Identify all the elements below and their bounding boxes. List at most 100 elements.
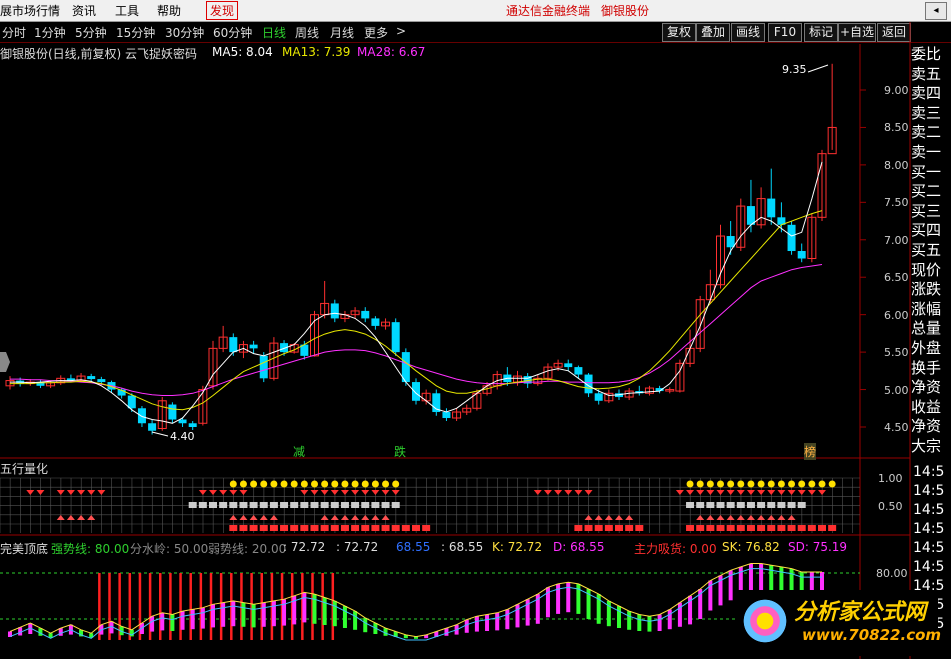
signal-heart-red	[767, 490, 776, 495]
signal-block-red	[340, 525, 349, 531]
signal-heart-red	[686, 490, 695, 495]
signal-block-red	[310, 525, 319, 531]
panel2-title: 五行量化	[0, 462, 49, 476]
signal-block-gray	[280, 502, 289, 508]
sidebar-item[interactable]: 换手	[911, 359, 951, 379]
marker-reduce: 减	[293, 445, 306, 459]
strong-line-label: 强势线: 80.00	[51, 542, 130, 556]
signal-heart-red	[87, 490, 96, 495]
sidebar-item[interactable]: 买二	[911, 182, 951, 202]
sidebar-item[interactable]: 卖四	[911, 84, 951, 104]
signal-block-gray	[239, 502, 248, 508]
sidebar-item[interactable]: 委比	[911, 45, 951, 65]
watermark-logo: 分析家公式网 www.70822.com	[738, 590, 942, 656]
signal-block-gray	[351, 502, 360, 508]
watermark-url: www.70822.com	[802, 626, 942, 644]
signal-heart-red	[574, 490, 583, 495]
value-4: : 68.55	[441, 540, 484, 554]
sidebar-item[interactable]: 买三	[911, 202, 951, 222]
signal-heart-red	[696, 490, 705, 495]
signal-arrow-up	[615, 515, 623, 520]
sidebar-item[interactable]: 净资	[911, 378, 951, 398]
y-tick: 6.50	[884, 271, 909, 284]
signal-heart-red	[36, 490, 45, 495]
signal-block-gray	[249, 502, 258, 508]
signal-heart-red	[66, 490, 75, 495]
sidebar-item[interactable]: 卖五	[911, 65, 951, 85]
signal-arrow-up	[594, 515, 603, 520]
candle-body	[148, 423, 157, 431]
y-tick: 7.00	[884, 234, 909, 247]
candle-body	[259, 355, 268, 379]
sidebar-item[interactable]: 外盘	[911, 339, 951, 359]
candle-body	[127, 395, 136, 409]
y-tick: 8.00	[884, 159, 909, 172]
signal-heart-red	[675, 490, 684, 495]
main-accum-label: 主力吸货: 0.00	[634, 542, 717, 556]
watermark-title: 分析家公式网	[794, 600, 927, 625]
signal-heart-red	[746, 490, 755, 495]
divide-line-label: 分水岭: 50.00	[130, 542, 209, 556]
signal-block-gray	[320, 502, 329, 508]
signal-dot-yellow	[371, 480, 379, 488]
signal-block-red	[818, 525, 826, 531]
candle-body	[361, 310, 370, 319]
sidebar-item[interactable]: 大宗	[911, 437, 951, 457]
signal-block-red	[716, 525, 725, 531]
sidebar-item[interactable]: 卖三	[911, 104, 951, 124]
signal-block-gray	[757, 502, 766, 508]
signal-block-gray	[340, 502, 349, 508]
signal-dot-yellow	[788, 480, 796, 488]
signal-block-gray	[219, 502, 228, 508]
signal-block-red	[777, 525, 786, 531]
signal-dot-yellow	[341, 480, 349, 488]
candle-body	[746, 206, 755, 225]
sidebar-item[interactable]: 现价	[911, 261, 951, 281]
sidebar-item[interactable]: 总量	[911, 319, 951, 339]
sidebar-item[interactable]: 涨幅	[911, 300, 951, 320]
sidebar-item[interactable]: 净资	[911, 417, 951, 437]
candle-body	[767, 198, 776, 218]
signal-arrow-up	[604, 515, 613, 520]
signal-block-red	[290, 525, 299, 531]
sidebar-item[interactable]: 买四	[911, 221, 951, 241]
signal-dot-yellow	[696, 480, 704, 488]
signal-heart-red	[26, 490, 35, 495]
sidebar-item[interactable]: 卖二	[911, 123, 951, 143]
signal-block-red	[401, 525, 410, 531]
signal-dot-yellow	[260, 480, 268, 488]
panel3-right-value: 14:5	[913, 540, 945, 556]
signal-heart-red	[787, 490, 796, 495]
sidebar-item[interactable]: 涨跌	[911, 280, 951, 300]
candle-body	[330, 303, 339, 319]
signal-arrow-up	[381, 515, 390, 520]
signal-block-red	[361, 525, 370, 531]
y-tick: 8.50	[884, 121, 909, 134]
signal-dot-yellow	[331, 480, 339, 488]
sidebar-item[interactable]: 买一	[911, 163, 951, 183]
candle-body	[391, 322, 400, 353]
signal-heart-red	[77, 490, 86, 495]
k-label: K: 72.72	[492, 540, 543, 554]
signal-heart-red	[807, 490, 816, 495]
signal-block-red	[625, 525, 634, 531]
signal-dot-yellow	[382, 480, 390, 488]
signal-heart-red	[320, 490, 329, 495]
signal-block-gray	[259, 502, 268, 508]
signal-heart-red	[97, 490, 106, 495]
sidebar-item[interactable]: 收益	[911, 398, 951, 418]
signal-dot-yellow	[828, 480, 836, 488]
sidebar-item[interactable]: 买五	[911, 241, 951, 261]
signal-block-red	[330, 525, 339, 531]
sidebar-item[interactable]: 卖一	[911, 143, 951, 163]
d-label: D: 68.55	[553, 540, 605, 554]
signal-block-red	[249, 525, 258, 531]
signal-block-red	[706, 525, 715, 531]
kline-chart-area[interactable]	[0, 0, 951, 659]
signal-block-red	[300, 525, 309, 531]
signal-heart-red	[330, 490, 339, 495]
signal-arrow-up	[787, 515, 796, 520]
signal-heart-red	[706, 490, 715, 495]
signal-block-red	[635, 525, 644, 531]
signal-arrow-up	[269, 515, 278, 520]
